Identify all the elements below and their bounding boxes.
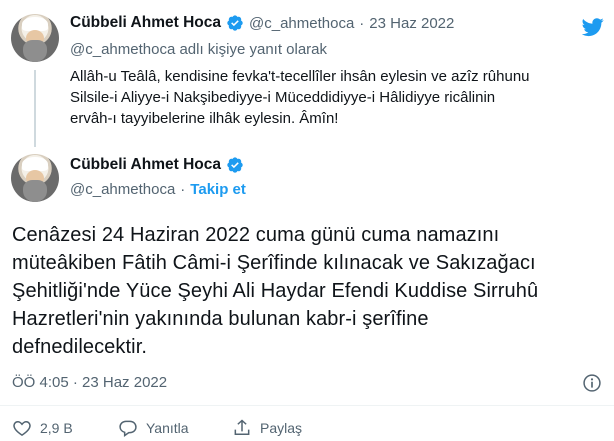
author-handle[interactable]: @c_ahmethoca [249, 15, 354, 32]
reply-icon [119, 420, 137, 437]
tweet-text-line: Allâh-u Teâlâ, kendisine fevka't-tecellî… [70, 68, 530, 85]
tweet-date[interactable]: 23 Haz 2022 [369, 15, 454, 32]
thread-connector-line [34, 70, 36, 147]
verified-badge-icon [227, 15, 243, 31]
share-button[interactable]: Paylaş [232, 418, 302, 438]
share-icon [234, 419, 250, 435]
follow-button[interactable]: Takip et [190, 181, 246, 198]
like-count: 2,9 B [40, 420, 73, 436]
twitter-logo-icon[interactable] [582, 16, 604, 38]
tweet-text-line: Silsile-i Aliyye-i Nakşibediyye-i Mücedd… [70, 89, 496, 106]
separator-dot: · [359, 14, 365, 32]
verified-badge-icon [227, 157, 243, 173]
tweet-text-line: ervâh-ı tayyibelerine ilhâk eylesin. Âmî… [70, 110, 339, 127]
avatar[interactable] [11, 14, 59, 62]
author-name[interactable]: Cübbeli Ahmet Hoca [70, 14, 221, 32]
reply-label: Yanıtla [146, 420, 189, 436]
tweet-text-line: müteâkiben Fâtih Câmi-i Şerîfinde kılına… [12, 252, 536, 274]
heart-icon [13, 420, 31, 436]
like-button[interactable]: 2,9 B [12, 418, 73, 438]
tweet-text-line: defnedilecektir. [12, 336, 148, 358]
tweet-timestamp[interactable]: ÖÖ 4:05 · 23 Haz 2022 [12, 374, 167, 391]
reply-button[interactable]: Yanıtla [118, 418, 189, 438]
tweet-text-line: Hazretleri'nin yakınında bulunan kabr-i … [12, 308, 429, 330]
author-name[interactable]: Cübbeli Ahmet Hoca [70, 156, 221, 174]
info-icon[interactable] [582, 373, 602, 393]
avatar[interactable] [11, 154, 59, 202]
author-handle[interactable]: @c_ahmethoca [70, 181, 175, 198]
tweet-text-line: Cenâzesi 24 Haziran 2022 cuma günü cuma … [12, 224, 500, 246]
reply-context[interactable]: @c_ahmethoca adlı kişiye yanıt olarak [70, 41, 327, 58]
divider [0, 405, 614, 406]
tweet-text: Cenâzesi 24 Haziran 2022 cuma günü cuma … [12, 221, 538, 361]
share-label: Paylaş [260, 420, 303, 436]
tweet-text: Allâh-u Teâlâ, kendisine fevka't-tecellî… [70, 66, 530, 129]
tweet-text-line: Şehitliği'nde Yüce Şeyhi Ali Haydar Efen… [12, 280, 539, 302]
separator-dot: · [180, 181, 186, 198]
